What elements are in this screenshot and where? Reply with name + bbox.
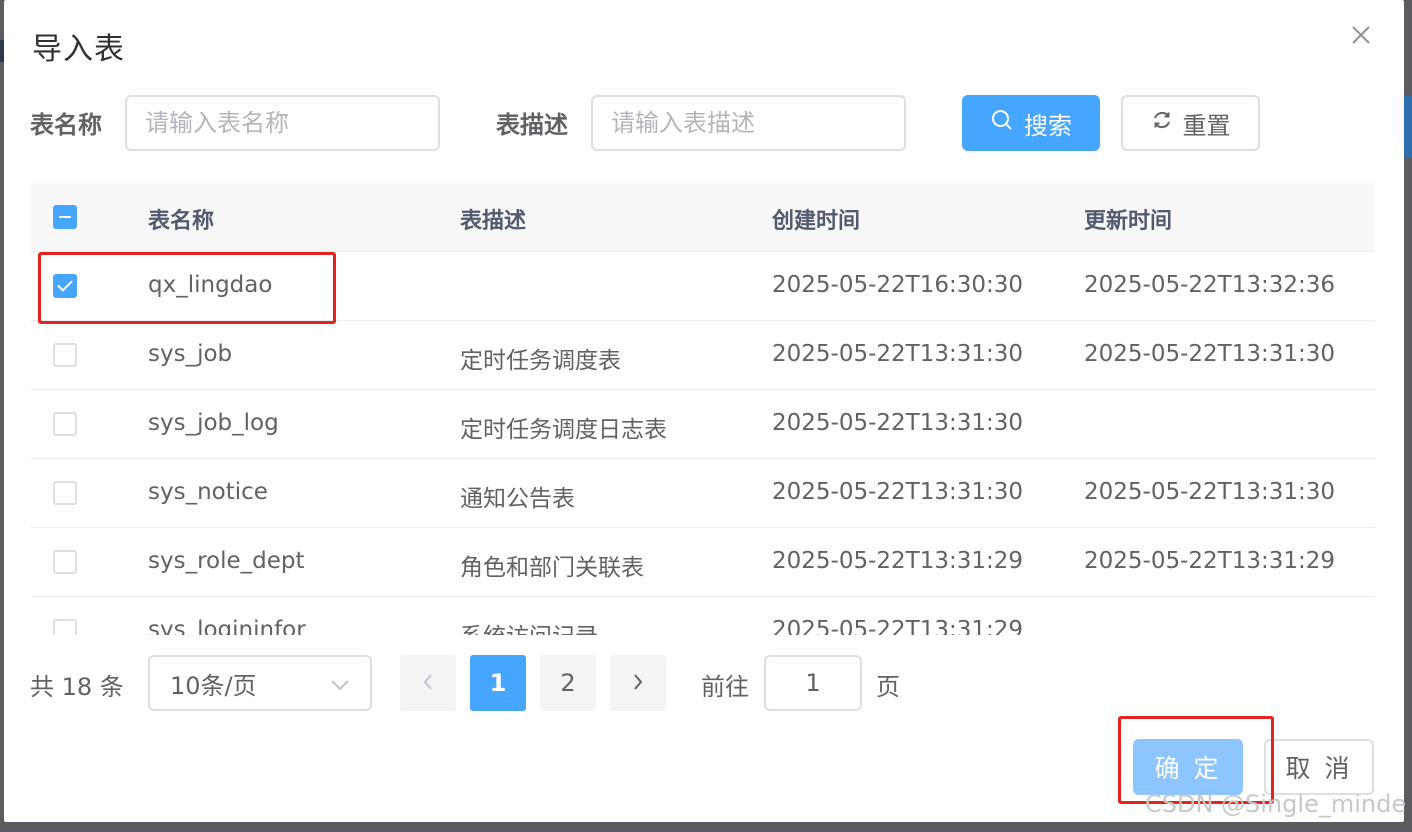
page-size-select[interactable]: 10条/页 [148,655,372,711]
table-row[interactable]: sys_job_log 定时任务调度日志表 2025-05-22T13:31:3… [31,390,1375,459]
cell-table-desc: 系统访问记录 [460,617,598,635]
row-checkbox[interactable] [53,412,77,436]
chevron-right-icon [632,669,644,697]
cell-table-name: sys_notice [148,479,268,505]
table-row[interactable]: sys_notice 通知公告表 2025-05-22T13:31:30 202… [31,459,1375,528]
cell-create-time: 2025-05-22T13:31:30 [772,341,1024,367]
reset-button[interactable]: 重置 [1121,95,1260,151]
confirm-button[interactable]: 确 定 [1133,739,1243,795]
table-header: 表名称 表描述 创建时间 更新时间 [31,183,1375,252]
import-table-grid: 表名称 表描述 创建时间 更新时间 qx_lingdao 2025-05-22T… [31,183,1375,635]
table-row[interactable]: sys_job 定时任务调度表 2025-05-22T13:31:30 2025… [31,321,1375,390]
cell-table-name: sys_job [148,341,233,367]
table-desc-label: 表描述 [496,111,568,139]
row-checkbox[interactable] [53,343,77,367]
cell-table-name: sys_role_dept [148,548,305,574]
column-header-update-time: 更新时间 [1084,209,1173,234]
dialog-title: 导入表 [32,32,125,67]
cell-table-desc: 定时任务调度日志表 [460,417,667,443]
close-icon[interactable] [1346,20,1376,50]
page-button-1[interactable]: 1 [470,655,526,711]
pagination-total: 共 18 条 [30,673,124,701]
row-checkbox[interactable] [53,550,77,574]
cell-table-desc: 通知公告表 [460,486,575,512]
cell-table-desc: 角色和部门关联表 [460,555,644,581]
table-name-input[interactable] [125,95,440,151]
cell-update-time: 2025-05-22T13:31:30 [1084,341,1336,367]
next-page-button[interactable] [610,655,666,711]
cell-create-time: 2025-05-22T13:31:30 [772,479,1024,505]
prev-page-button[interactable] [400,655,456,711]
cell-table-desc: 定时任务调度表 [460,348,621,374]
search-button[interactable]: 搜索 [962,95,1100,151]
reset-button-label: 重置 [1182,111,1231,140]
goto-label: 前往 [701,673,749,701]
cell-create-time: 2025-05-22T16:30:30 [772,272,1024,298]
page-size-value: 10条/页 [170,671,257,700]
cell-update-time: 2025-05-22T13:31:29 [1084,548,1336,574]
column-header-create-time: 创建时间 [772,209,861,234]
chevron-left-icon [422,669,434,697]
row-checkbox[interactable] [53,274,77,298]
chevron-down-icon [330,669,350,697]
import-table-dialog: 导入表 表名称 表描述 搜索 重置 [4,0,1404,822]
select-all-checkbox[interactable] [53,205,77,229]
table-row[interactable]: sys_logininfor 系统访问记录 2025-05-22T13:31:2… [31,597,1375,635]
cell-table-name: sys_logininfor [148,617,306,635]
cell-create-time: 2025-05-22T13:31:30 [772,410,1024,436]
table-row[interactable]: qx_lingdao 2025-05-22T16:30:30 2025-05-2… [31,252,1375,321]
row-checkbox[interactable] [53,619,77,635]
column-header-table-desc: 表描述 [460,209,527,234]
row-checkbox[interactable] [53,481,77,505]
cell-create-time: 2025-05-22T13:31:29 [772,617,1024,635]
column-header-table-name: 表名称 [148,209,215,234]
cancel-button[interactable]: 取 消 [1264,739,1374,795]
cell-table-name: qx_lingdao [148,272,273,298]
search-button-label: 搜索 [1024,111,1072,140]
page-suffix-label: 页 [876,673,900,701]
table-desc-input[interactable] [591,95,906,151]
search-icon [990,108,1014,138]
page-button-2[interactable]: 2 [540,655,596,711]
cell-table-name: sys_job_log [148,410,279,436]
table-name-label: 表名称 [30,111,102,139]
cell-update-time: 2025-05-22T13:31:30 [1084,479,1336,505]
csdn-watermark: CSDN @Single_minde [1145,790,1407,818]
background-page-edge-right [1404,96,1412,158]
goto-page-input[interactable] [764,655,862,711]
table-row[interactable]: sys_role_dept 角色和部门关联表 2025-05-22T13:31:… [31,528,1375,597]
refresh-icon [1151,109,1173,137]
cell-update-time: 2025-05-22T13:32:36 [1084,272,1336,298]
cell-create-time: 2025-05-22T13:31:29 [772,548,1024,574]
